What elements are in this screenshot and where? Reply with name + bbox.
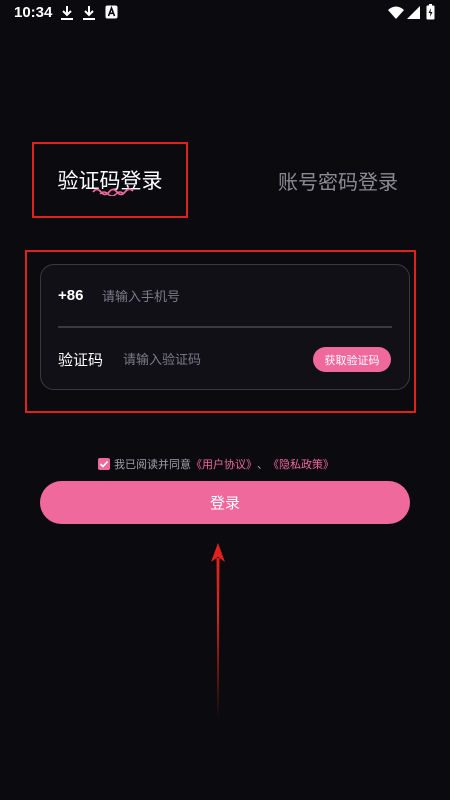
tab-password-login[interactable]: 账号密码登录 xyxy=(278,166,398,195)
status-bar: 10:34 xyxy=(0,0,450,26)
download-icon xyxy=(83,6,95,20)
verification-code-label: 验证码 xyxy=(58,351,104,369)
privacy-policy-link[interactable]: 《隐私政策》 xyxy=(268,456,334,472)
active-tab-underline xyxy=(92,188,134,196)
verification-code-input[interactable] xyxy=(123,350,303,370)
agreement-separator: 、 xyxy=(257,458,268,471)
form-divider xyxy=(58,326,392,328)
notification-a-icon xyxy=(105,5,118,19)
agreement-prefix: 我已阅读并同意 xyxy=(114,458,191,471)
user-agreement-link[interactable]: 《用户协议》 xyxy=(191,456,257,472)
wifi-icon xyxy=(388,6,404,19)
agreement-row: 我已阅读并同意 《用户协议》 、 《隐私政策》 xyxy=(98,456,334,472)
country-code[interactable]: +86 xyxy=(58,287,83,304)
login-screen: 10:34 验证码登录 账号密码登录 +86 请输入手机号 验证码 请输入验证码… xyxy=(0,0,450,800)
annotation-arrow-icon xyxy=(211,543,225,720)
status-time: 10:34 xyxy=(14,4,53,21)
download-icon xyxy=(61,6,73,20)
login-button[interactable]: 登录 xyxy=(40,481,410,524)
agreement-checkbox[interactable] xyxy=(98,458,110,470)
battery-icon xyxy=(426,4,435,20)
tab-sms-login[interactable]: 验证码登录 xyxy=(32,142,188,218)
get-code-button[interactable]: 获取验证码 xyxy=(313,347,391,372)
phone-input[interactable] xyxy=(102,287,362,307)
checkmark-icon xyxy=(99,460,109,468)
signal-icon xyxy=(407,6,420,19)
